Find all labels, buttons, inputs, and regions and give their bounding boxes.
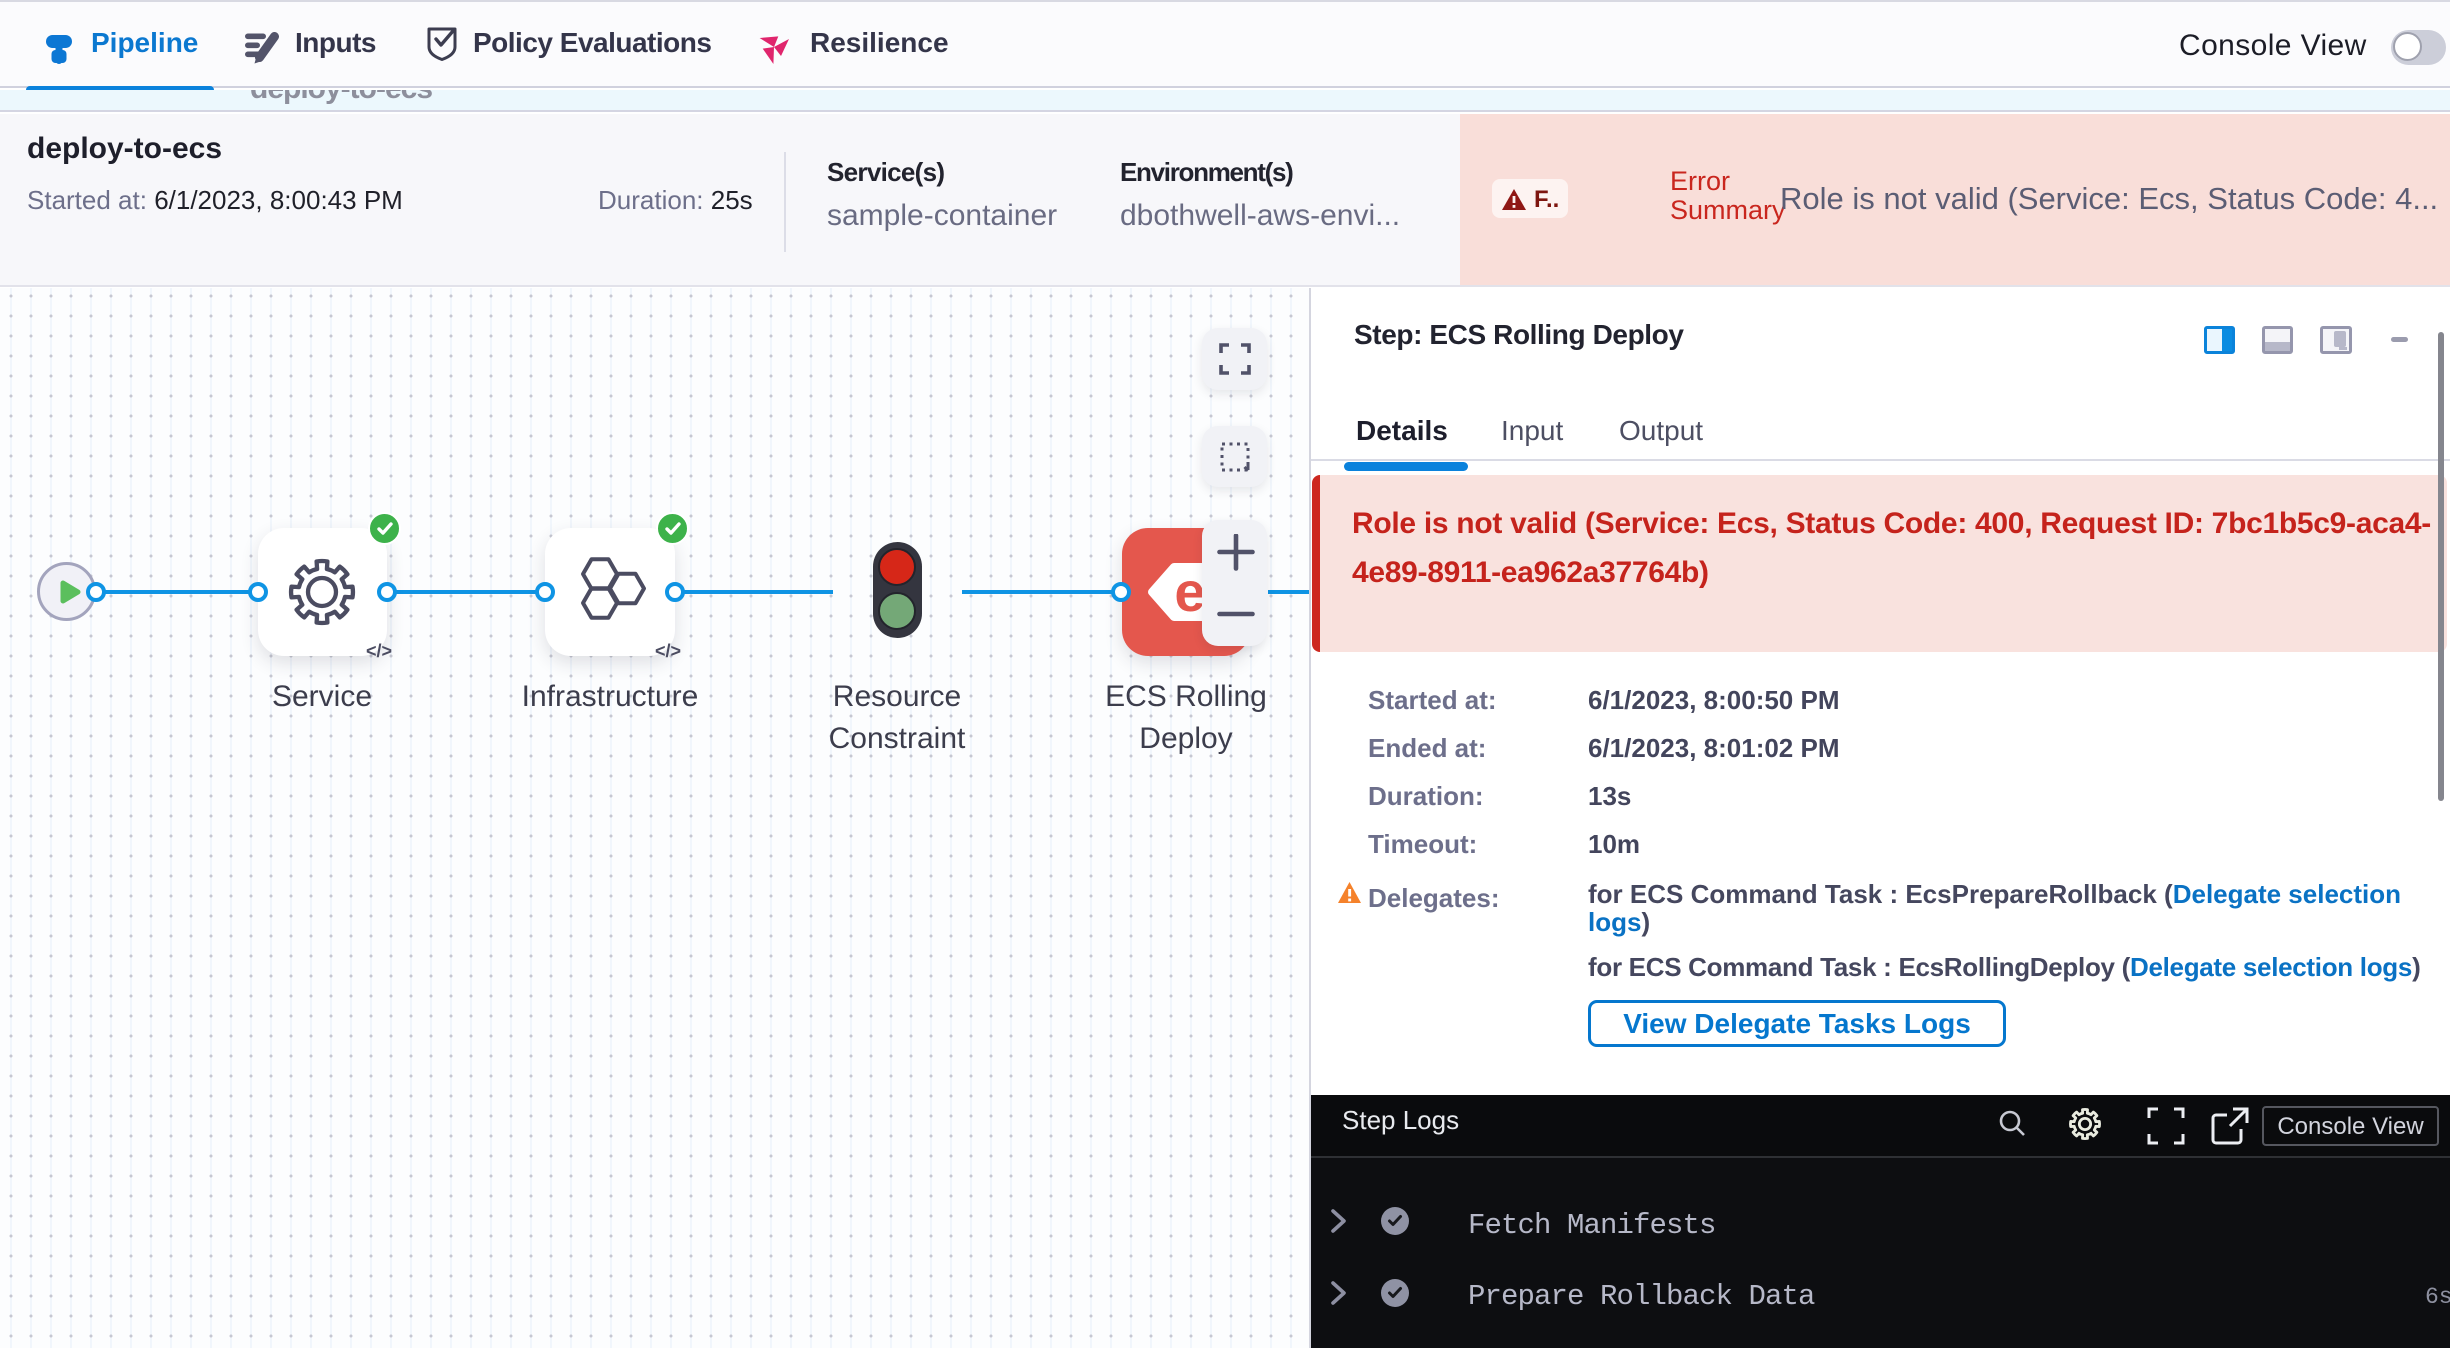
svg-text:e: e <box>1174 562 1205 622</box>
